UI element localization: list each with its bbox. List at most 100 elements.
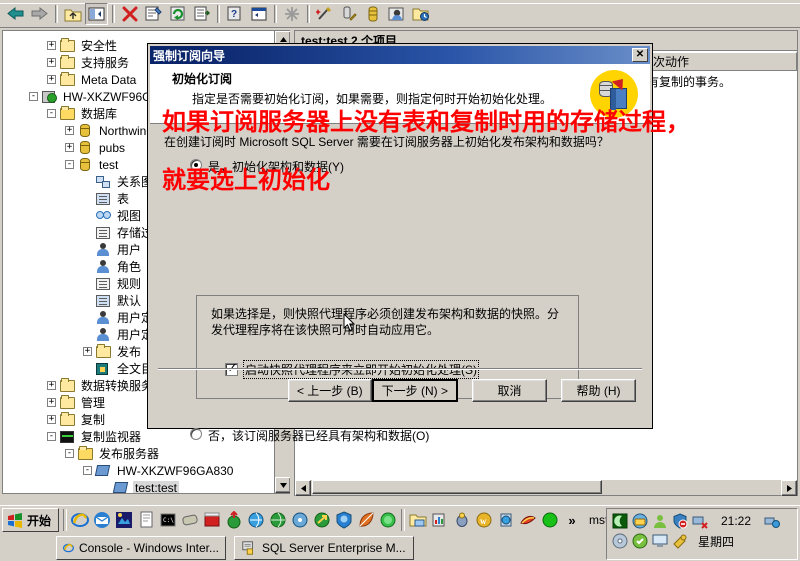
expand-icon[interactable]: + <box>47 75 56 84</box>
dialog-title-bar[interactable]: 强制订阅向导 ✕ <box>150 46 650 64</box>
delete-button[interactable] <box>118 3 141 25</box>
wizard-button[interactable] <box>313 3 336 25</box>
key-icon[interactable] <box>670 531 690 551</box>
refresh-button[interactable] <box>166 3 189 25</box>
export-list-button[interactable] <box>190 3 213 25</box>
clock-day[interactable]: 星期四 <box>690 531 742 551</box>
query-analyzer-button[interactable] <box>337 3 360 25</box>
back-button[interactable]: < 上一步 (B) <box>287 379 372 402</box>
shield-globe-icon[interactable] <box>333 509 355 531</box>
results-scroll-right-button[interactable] <box>781 480 797 496</box>
new-item-button[interactable] <box>280 3 303 25</box>
paint-icon[interactable] <box>517 509 539 531</box>
next-button[interactable]: 下一步 (N) > <box>371 379 458 402</box>
chart-tool-icon[interactable] <box>429 509 451 531</box>
tree-item[interactable]: + 支持服务 <box>47 54 131 71</box>
expand-icon[interactable]: + <box>47 41 56 50</box>
tree-item[interactable]: - 复制监视器 <box>47 428 143 445</box>
tree-item[interactable]: 默认 <box>83 292 143 309</box>
collapse-icon[interactable]: - <box>65 160 74 169</box>
tree-item[interactable]: - test <box>65 156 120 173</box>
help-button[interactable]: ? <box>223 3 246 25</box>
tree-item[interactable]: - HW-XKZWF96GA830 <box>83 462 235 479</box>
tree-item[interactable]: + Meta Data <box>47 71 138 88</box>
monitor-icon[interactable] <box>650 531 670 551</box>
results-scroll-left-button[interactable] <box>295 480 311 496</box>
winzip-icon[interactable] <box>201 509 223 531</box>
tree-item[interactable]: 表 <box>83 190 131 207</box>
new-database-button[interactable] <box>361 3 384 25</box>
clock-time[interactable]: 21:22 <box>710 511 762 531</box>
green-dot-icon[interactable] <box>539 509 561 531</box>
disc-icon[interactable] <box>610 531 630 551</box>
tree-item[interactable]: - 数据库 <box>47 105 119 122</box>
back-button[interactable] <box>4 3 27 25</box>
expand-icon[interactable]: + <box>83 347 92 356</box>
results-horizontal-scrollbar[interactable] <box>294 480 798 496</box>
taskbar-item-sql-server[interactable]: SQL Server Enterprise M... <box>234 536 414 560</box>
show-desktop-icon[interactable] <box>113 509 135 531</box>
coin-icon[interactable]: w <box>473 509 495 531</box>
backup-button[interactable] <box>409 3 432 25</box>
user-icon[interactable] <box>650 511 670 531</box>
notepad-icon[interactable] <box>135 509 157 531</box>
expand-icon[interactable]: + <box>65 126 74 135</box>
tree-item[interactable]: test:test <box>101 479 180 493</box>
command-prompt-icon[interactable]: C:\ <box>157 509 179 531</box>
night-mode-icon[interactable] <box>610 511 630 531</box>
media-icon[interactable] <box>179 509 201 531</box>
leaf-icon[interactable] <box>355 509 377 531</box>
security-alert-icon[interactable] <box>670 511 690 531</box>
expand-icon[interactable]: + <box>47 381 56 390</box>
server-globe-icon[interactable] <box>495 509 517 531</box>
tree-item[interactable]: + 复制 <box>47 411 107 428</box>
new-window-button[interactable] <box>247 3 270 25</box>
help-button[interactable]: 帮助 (H) <box>561 379 636 402</box>
tree-item[interactable]: - 发布服务器 <box>65 445 161 462</box>
cancel-button[interactable]: 取消 <box>472 379 547 402</box>
collapse-icon[interactable]: - <box>83 466 92 475</box>
tree-item[interactable]: 规则 <box>83 275 143 292</box>
tree-item[interactable]: 角色 <box>83 258 143 275</box>
tree-item[interactable]: + 安全性 <box>47 37 119 54</box>
globe-disc-icon[interactable] <box>289 509 311 531</box>
radio-no-already-has-schema[interactable]: 否，该订阅服务器已经具有架构和数据(O) <box>150 427 429 444</box>
tree-item[interactable]: + 数据转换服务 <box>47 377 155 394</box>
messenger-icon[interactable] <box>630 511 650 531</box>
collapse-icon[interactable]: - <box>65 449 74 458</box>
globe-arrow-icon[interactable] <box>311 509 333 531</box>
tree-item[interactable]: + Northwind <box>65 122 155 139</box>
folder-blue-icon[interactable] <box>407 509 429 531</box>
outlook-express-icon[interactable] <box>91 509 113 531</box>
collapse-icon[interactable]: - <box>47 109 56 118</box>
tree-item[interactable]: 关系图 <box>83 173 155 190</box>
collapse-icon[interactable]: - <box>47 432 56 441</box>
tree-scroll-down-button[interactable] <box>275 477 290 493</box>
internet-explorer-icon[interactable] <box>69 509 91 531</box>
show-hide-console-tree-button[interactable] <box>85 2 108 25</box>
tree-item[interactable]: + 管理 <box>47 394 107 411</box>
globe-green-icon[interactable] <box>267 509 289 531</box>
bug-icon[interactable] <box>451 509 473 531</box>
forward-button[interactable] <box>28 3 51 25</box>
radio-no-icon[interactable] <box>190 428 202 440</box>
network-icon[interactable] <box>762 511 782 531</box>
results-scroll-thumb[interactable] <box>312 480 602 494</box>
tree-item[interactable]: + 发布 <box>83 343 143 360</box>
collapse-icon[interactable]: - <box>29 92 38 101</box>
expand-icon[interactable]: + <box>47 58 56 67</box>
column-header-last-action[interactable]: 上次动作 <box>635 51 797 71</box>
quicklaunch-overflow-icon[interactable]: » <box>561 509 583 531</box>
update-icon[interactable] <box>630 531 650 551</box>
expand-icon[interactable]: + <box>47 398 56 407</box>
tree-item[interactable]: 视图 <box>83 207 143 224</box>
expand-icon[interactable]: + <box>47 415 56 424</box>
manage-users-button[interactable] <box>385 3 408 25</box>
tree-item[interactable]: 用户 <box>83 241 143 258</box>
tree-item[interactable]: + pubs <box>65 139 127 156</box>
close-icon[interactable]: ✕ <box>632 48 648 62</box>
up-one-level-button[interactable] <box>61 3 84 25</box>
sync-icon[interactable] <box>377 509 399 531</box>
globe-upload-icon[interactable] <box>223 509 245 531</box>
expand-icon[interactable]: + <box>65 143 74 152</box>
